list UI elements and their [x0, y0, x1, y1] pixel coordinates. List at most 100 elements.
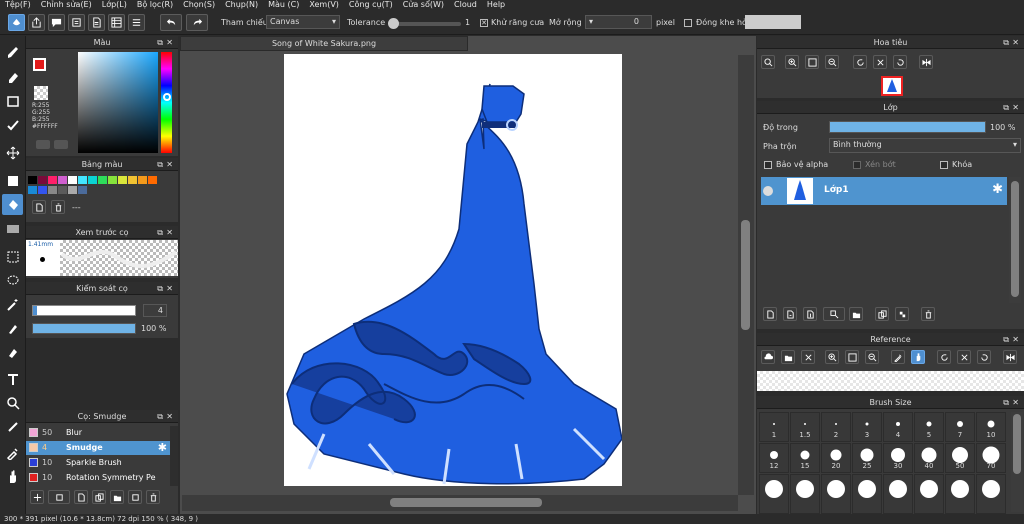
protect-alpha-checkbox[interactable]	[764, 161, 772, 169]
brush-size-cell[interactable]	[883, 474, 913, 514]
palette-swatch[interactable]	[38, 176, 47, 184]
brush-size-cell[interactable]: 5	[914, 412, 944, 442]
flip-icon[interactable]	[919, 55, 933, 69]
layer-scrollbar[interactable]	[1009, 177, 1021, 303]
brush-size-cell[interactable]	[945, 474, 975, 514]
cloud-icon[interactable]	[761, 350, 775, 364]
reset-view-icon[interactable]	[957, 350, 971, 364]
close-gap-level[interactable]	[745, 15, 801, 29]
brush-size-cell[interactable]: 40	[914, 443, 944, 473]
brush-tool-icon[interactable]	[2, 42, 23, 63]
brush-size-cell[interactable]: 2	[821, 412, 851, 442]
menu-item[interactable]: Lớp(L)	[97, 0, 132, 10]
menu-item[interactable]: Tệp(F)	[0, 0, 36, 10]
brush-size-cell[interactable]	[790, 474, 820, 514]
magic-wand-tool-icon[interactable]	[2, 294, 23, 315]
undo-icon[interactable]	[160, 14, 182, 31]
undock-icon[interactable]: ⧉	[157, 284, 163, 293]
text-tool-icon[interactable]	[2, 368, 23, 389]
reference-select[interactable]: Canvas ▾	[266, 15, 340, 29]
eye-icon[interactable]	[763, 186, 773, 196]
brush-size-cell[interactable]: 25	[852, 443, 882, 473]
palette-swatch[interactable]	[78, 186, 87, 194]
select-eraser-tool-icon[interactable]	[2, 342, 23, 363]
menu-item[interactable]: Chỉnh sửa(E)	[36, 0, 97, 10]
new-layer-icon[interactable]	[763, 307, 777, 321]
document-icon[interactable]	[88, 14, 105, 31]
close-icon[interactable]: ✕	[1012, 103, 1019, 112]
gear-icon[interactable]: ✱	[158, 441, 167, 454]
brush-menu-icon[interactable]	[48, 490, 70, 504]
palette-swatch[interactable]	[148, 176, 157, 184]
eyedropper-tool-icon[interactable]	[2, 442, 23, 463]
rotate-left-icon[interactable]	[937, 350, 951, 364]
fill-mode-icon[interactable]	[8, 14, 25, 31]
duplicate-icon[interactable]	[128, 490, 142, 504]
undock-icon[interactable]: ⧉	[157, 38, 163, 47]
palette-swatch[interactable]	[78, 176, 87, 184]
brush-size-cell[interactable]: 7	[945, 412, 975, 442]
menu-item[interactable]: Help	[482, 0, 510, 10]
palette-swatch[interactable]	[138, 176, 147, 184]
shape-tool-icon[interactable]	[2, 90, 23, 111]
new-layer-1bit-icon[interactable]	[803, 307, 817, 321]
close-icon[interactable]: ✕	[166, 412, 173, 421]
new-layer-8bit-icon[interactable]	[783, 307, 797, 321]
reset-view-icon[interactable]	[873, 55, 887, 69]
tolerance-slider-thumb[interactable]	[388, 18, 399, 29]
select-pen-tool-icon[interactable]	[2, 318, 23, 339]
bucket-tool-icon[interactable]	[2, 194, 23, 215]
check-tool-icon[interactable]	[2, 114, 23, 135]
brush-size-slider[interactable]	[32, 305, 136, 316]
tolerance-slider[interactable]	[389, 22, 461, 26]
color-mode-button[interactable]	[36, 140, 50, 149]
redo-icon[interactable]	[186, 14, 208, 31]
palette-swatch[interactable]	[38, 186, 47, 194]
list-icon[interactable]	[128, 14, 145, 31]
brush-item[interactable]: 4 Smudge ✱	[26, 441, 170, 455]
clipping-checkbox[interactable]	[853, 161, 861, 169]
merge-layer-icon[interactable]	[895, 307, 909, 321]
brush-size-cell[interactable]: 12	[759, 443, 789, 473]
flip-icon[interactable]	[1003, 350, 1017, 364]
rotate-left-icon[interactable]	[853, 55, 867, 69]
menu-item[interactable]: Chụp(N)	[220, 0, 263, 10]
brush-add-icon[interactable]	[30, 490, 44, 504]
grid-icon[interactable]	[108, 14, 125, 31]
canvas-tab[interactable]: Song of White Sakura.png	[180, 36, 468, 51]
menu-item[interactable]: Bộ lọc(R)	[132, 0, 178, 10]
palette-swatch[interactable]	[108, 176, 117, 184]
eyedropper-icon[interactable]	[891, 350, 905, 364]
palette-swatch[interactable]	[128, 176, 137, 184]
palette-swatch[interactable]	[88, 176, 97, 184]
rotate-right-icon[interactable]	[893, 55, 907, 69]
brush-item[interactable]: 10 Rotation Symmetry Pe	[26, 471, 170, 485]
lasso-tool-icon[interactable]	[2, 270, 23, 291]
menu-item[interactable]: Cửa sổ(W)	[398, 0, 449, 10]
folder-icon[interactable]	[849, 307, 863, 321]
gear-icon[interactable]: ✱	[992, 182, 1003, 197]
undock-icon[interactable]: ⧉	[157, 160, 163, 169]
menu-item[interactable]: Màu (C)	[263, 0, 304, 10]
brush-size-cell[interactable]: 70	[976, 443, 1006, 473]
hue-slider-thumb[interactable]	[163, 93, 171, 101]
lock-checkbox[interactable]	[940, 161, 948, 169]
copy-icon[interactable]	[92, 490, 106, 504]
saturation-value-picker[interactable]	[78, 52, 158, 153]
antialias-checkbox[interactable]: ✕	[480, 19, 488, 27]
canvas-horizontal-scrollbar[interactable]	[182, 495, 738, 511]
new-document-icon[interactable]	[32, 200, 46, 214]
folder-icon[interactable]	[110, 490, 124, 504]
blend-select[interactable]: Bình thường ▾	[829, 138, 1021, 153]
brush-size-scroll-thumb[interactable]	[1013, 414, 1021, 474]
palette-swatch[interactable]	[68, 186, 77, 194]
undock-icon[interactable]: ⧉	[1003, 38, 1009, 47]
fit-window-icon[interactable]	[845, 350, 859, 364]
brush-size-cell[interactable]: 20	[821, 443, 851, 473]
gradient-tool-icon[interactable]	[2, 218, 23, 239]
close-gap-checkbox[interactable]	[684, 19, 692, 27]
layer-row[interactable]: Lớp1 ✱	[761, 177, 1007, 205]
menu-item[interactable]: Cloud	[449, 0, 482, 10]
undock-icon[interactable]: ⧉	[1003, 103, 1009, 112]
zoom-out-icon[interactable]	[865, 350, 879, 364]
